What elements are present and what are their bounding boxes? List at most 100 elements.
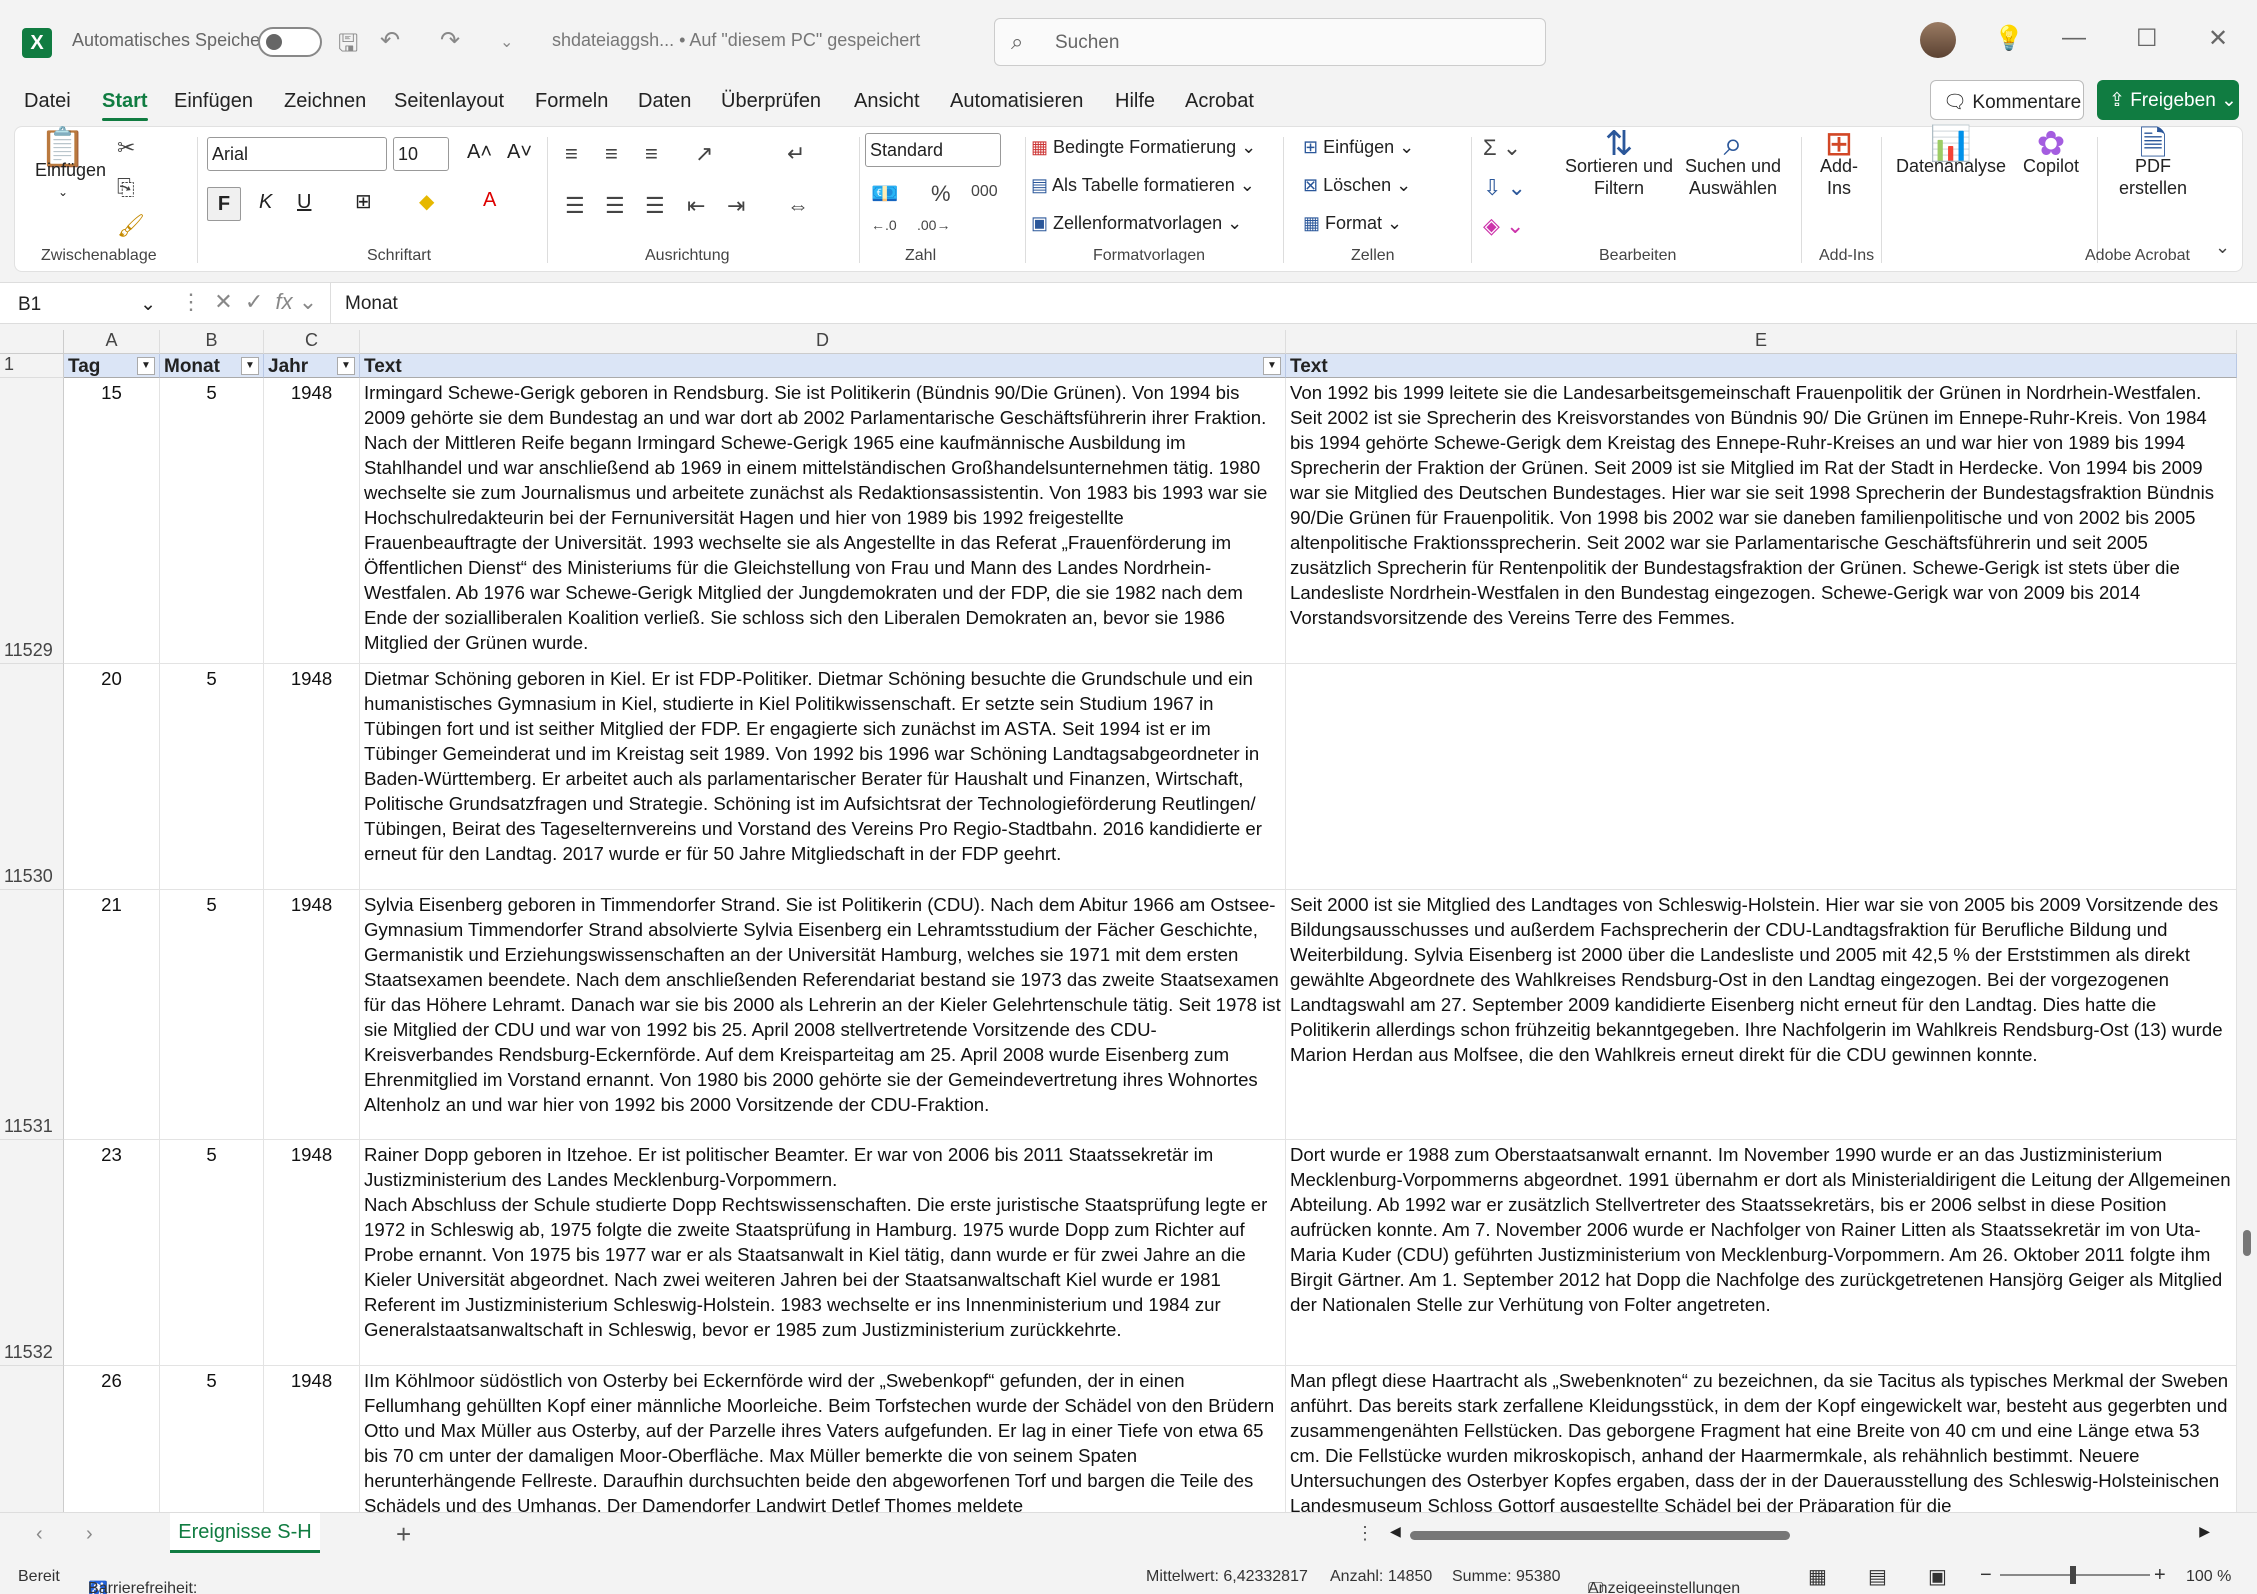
format-cells-button[interactable]: ▦ Format ⌄ <box>1303 213 1402 234</box>
format-painter-icon[interactable]: 🖌 <box>117 213 145 239</box>
conditional-formatting-button[interactable]: ▦ Bedingte Formatierung ⌄ <box>1031 137 1256 158</box>
table-cell-text-d[interactable]: Sylvia Eisenberg geboren in Timmendorfer… <box>360 890 1286 1140</box>
tab-seitenlayout[interactable]: Seitenlayout <box>394 90 504 113</box>
paste-button[interactable]: 📋 Einfügen ⌄ <box>35 129 106 203</box>
table-cell-monat[interactable]: 5 <box>160 664 264 890</box>
find-select-button[interactable]: ⌕ Suchen und Auswählen <box>1675 127 1791 199</box>
filter-dropdown-icon[interactable]: ▼ <box>241 357 259 375</box>
header-cell-jahr[interactable]: Jahr ▼ <box>264 354 360 378</box>
zoom-slider-thumb[interactable] <box>2070 1566 2076 1584</box>
filter-dropdown-icon[interactable]: ▼ <box>1263 357 1281 375</box>
comments-button[interactable]: 🗨 Kommentare <box>1930 80 2084 120</box>
table-cell-monat[interactable]: 5 <box>160 378 264 664</box>
decrease-font-icon[interactable]: A˅ <box>507 141 532 164</box>
tab-acrobat[interactable]: Acrobat <box>1185 90 1254 113</box>
insert-cells-button[interactable]: ⊞ Einfügen ⌄ <box>1303 137 1414 158</box>
font-name-select[interactable]: Arial <box>207 137 387 171</box>
fill-icon[interactable]: ⇩ ⌄ <box>1483 175 1526 201</box>
avatar[interactable] <box>1920 22 1956 58</box>
create-pdf-button[interactable]: 🗎 PDF erstellen <box>2105 127 2201 199</box>
tab-hilfe[interactable]: Hilfe <box>1115 90 1155 113</box>
table-cell-text-d[interactable]: Irmingard Schewe-Gerigk geboren in Rends… <box>360 378 1286 664</box>
table-cell-jahr[interactable]: 1948 <box>264 664 360 890</box>
vertical-scrollbar[interactable] <box>2237 330 2257 1512</box>
tab-ueberpruefen[interactable]: Überprüfen <box>721 90 821 113</box>
autosum-icon[interactable]: Σ ⌄ <box>1483 135 1521 161</box>
document-title[interactable]: shdateiaggsh... • Auf "diesem PC" gespei… <box>552 30 920 51</box>
undo-icon[interactable]: ↶ <box>380 26 400 55</box>
row-header[interactable]: 11529 <box>0 378 64 664</box>
add-sheet-icon[interactable]: + <box>396 1519 411 1550</box>
font-size-select[interactable]: 10 <box>393 137 449 171</box>
cut-icon[interactable]: ✂ <box>117 135 135 161</box>
filter-dropdown-icon[interactable]: ▼ <box>337 357 355 375</box>
align-top-icon[interactable]: ≡ <box>565 141 578 167</box>
tab-start[interactable]: Start <box>102 90 148 121</box>
table-cell-jahr[interactable]: 1948 <box>264 1140 360 1366</box>
scroll-right-icon[interactable]: ▶ <box>2199 1523 2210 1540</box>
column-header-a[interactable]: A <box>64 330 160 354</box>
column-header-c[interactable]: C <box>264 330 360 354</box>
header-cell-text-d[interactable]: Text ▼ <box>360 354 1286 378</box>
formula-controls[interactable]: ⋮ ✕ ✓ fx ⌄ <box>180 289 317 315</box>
percent-button[interactable]: % <box>931 181 951 207</box>
zoom-level[interactable]: 100 % <box>2186 1568 2231 1586</box>
align-center-icon[interactable]: ☰ <box>605 193 625 219</box>
tab-datei[interactable]: Datei <box>24 90 71 113</box>
collapse-ribbon-icon[interactable]: ⌄ <box>2215 237 2230 258</box>
table-cell-monat[interactable]: 5 <box>160 890 264 1140</box>
column-header-d[interactable]: D <box>360 330 1286 354</box>
table-cell-jahr[interactable]: 1948 <box>264 378 360 664</box>
align-left-icon[interactable]: ☰ <box>565 193 585 219</box>
search-box[interactable]: ⌕ Suchen <box>994 18 1546 66</box>
scrollbar-thumb[interactable] <box>1410 1531 1790 1540</box>
table-cell-tag[interactable]: 20 <box>64 664 160 890</box>
thousands-button[interactable]: 000 <box>971 183 998 201</box>
sort-filter-button[interactable]: ⇅ Sortieren und Filtern <box>1553 127 1685 199</box>
zoom-in-icon[interactable]: + <box>2154 1564 2166 1587</box>
row-header[interactable]: 11532 <box>0 1140 64 1366</box>
tab-automatisieren[interactable]: Automatisieren <box>950 90 1083 113</box>
fill-color-icon[interactable]: ◆ <box>419 189 434 214</box>
merge-center-icon[interactable]: ⇔ <box>787 193 809 219</box>
decrease-decimal-icon[interactable]: .00→ <box>917 217 950 233</box>
number-format-select[interactable]: Standard <box>865 133 1001 167</box>
name-box[interactable]: B1 ⌄ <box>10 287 162 321</box>
table-cell-tag[interactable]: 15 <box>64 378 160 664</box>
column-header-b[interactable]: B <box>160 330 264 354</box>
decrease-indent-icon[interactable]: ⇤ <box>687 193 705 219</box>
lightbulb-icon[interactable]: 💡 <box>1994 24 2024 53</box>
table-cell-text-e[interactable]: Man pflegt diese Haartracht als „Swebenk… <box>1286 1366 2237 1512</box>
copilot-button[interactable]: ✿ Copilot <box>2011 127 2091 177</box>
table-cell-monat[interactable]: 5 <box>160 1140 264 1366</box>
header-cell-tag[interactable]: Tag ▼ <box>64 354 160 378</box>
row-header[interactable]: 11530 <box>0 664 64 890</box>
table-cell-text-e[interactable] <box>1286 664 2237 890</box>
increase-font-icon[interactable]: A˄ <box>467 141 492 164</box>
tab-daten[interactable]: Daten <box>638 90 691 113</box>
row-header-1[interactable]: 1 <box>0 354 64 378</box>
tab-einfuegen[interactable]: Einfügen <box>174 90 253 113</box>
clear-icon[interactable]: ◈ ⌄ <box>1483 213 1524 239</box>
table-cell-text-e[interactable]: Seit 2000 ist sie Mitglied des Landtages… <box>1286 890 2237 1140</box>
tab-ansicht[interactable]: Ansicht <box>854 90 920 113</box>
table-cell-tag[interactable]: 21 <box>64 890 160 1140</box>
copy-icon[interactable]: ⎘ <box>117 175 135 201</box>
addins-button[interactable]: ⊞ Add-Ins <box>1811 127 1867 199</box>
sheet-tab-ereignisse[interactable]: Ereignisse S-H <box>170 1513 320 1553</box>
align-bottom-icon[interactable]: ≡ <box>645 141 658 167</box>
table-cell-monat[interactable]: 5 <box>160 1366 264 1512</box>
underline-button[interactable]: U <box>297 191 311 214</box>
page-break-icon[interactable]: ▣ <box>1928 1564 1947 1589</box>
table-cell-jahr[interactable]: 1948 <box>264 890 360 1140</box>
wrap-text-icon[interactable]: ↵ <box>787 141 805 167</box>
table-cell-tag[interactable]: 23 <box>64 1140 160 1366</box>
table-cell-jahr[interactable]: 1948 <box>264 1366 360 1512</box>
formula-input[interactable]: Monat <box>330 283 2217 323</box>
table-cell-text-d[interactable]: Rainer Dopp geboren in Itzehoe. Er ist p… <box>360 1140 1286 1366</box>
format-as-table-button[interactable]: ▤ Als Tabelle formatieren ⌄ <box>1031 175 1255 196</box>
share-button[interactable]: ⇪ Freigeben ⌄ <box>2097 80 2239 120</box>
close-icon[interactable]: ✕ <box>2208 24 2228 53</box>
normal-view-icon[interactable]: ▦ <box>1808 1564 1827 1589</box>
quick-access-menu-icon[interactable]: ⌄ <box>500 32 513 52</box>
